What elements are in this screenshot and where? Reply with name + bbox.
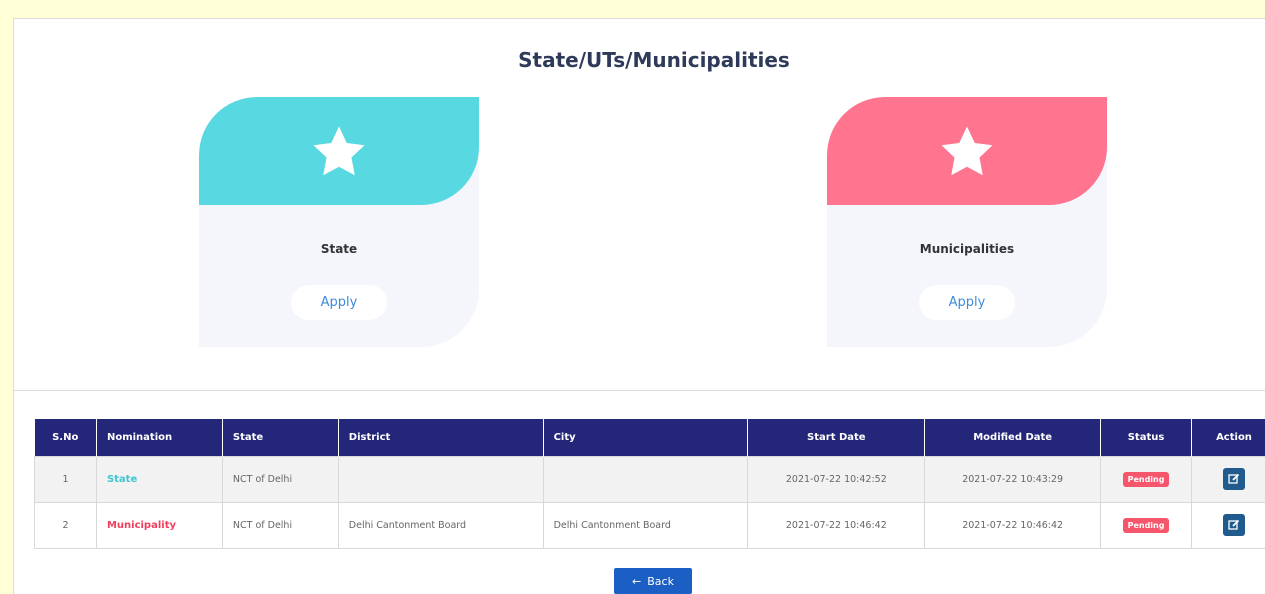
edit-icon (1228, 519, 1240, 530)
cell-nomination[interactable]: Municipality (95, 501, 223, 549)
header-action: Action (1191, 419, 1265, 456)
state-card-label: State (320, 242, 358, 256)
cell-sno: 2 (34, 501, 97, 549)
cell-action (1191, 501, 1265, 549)
status-badge: Pending (1122, 471, 1170, 487)
municipalities-card: Municipalities Apply (827, 97, 1107, 347)
main-panel: State/UTs/Municipalities State Apply Mun… (13, 18, 1265, 594)
back-button[interactable]: ← Back (614, 568, 692, 594)
table-header-row: S.No Nomination State District City Star… (34, 419, 1265, 456)
table-row: 2 Municipality NCT of Delhi Delhi Canton… (34, 501, 1265, 549)
cell-status: Pending (1100, 455, 1192, 503)
municipalities-card-header (827, 97, 1107, 205)
star-icon (941, 126, 993, 176)
apply-municipalities-button[interactable]: Apply (919, 285, 1015, 320)
header-district: District (338, 419, 544, 456)
star-icon (313, 126, 365, 176)
header-city: City (543, 419, 749, 456)
header-modified-date: Modified Date (924, 419, 1102, 456)
header-status: Status (1100, 419, 1192, 456)
state-card: State Apply (199, 97, 479, 347)
state-card-header (199, 97, 479, 205)
cell-sno: 1 (34, 455, 97, 503)
cell-district: Delhi Cantonment Board (337, 501, 544, 549)
cell-nomination[interactable]: State (95, 455, 223, 503)
municipalities-card-label: Municipalities (919, 242, 1015, 256)
cell-modified-date: 2021-07-22 10:43:29 (924, 455, 1102, 503)
apply-state-button[interactable]: Apply (291, 285, 387, 320)
edit-button[interactable] (1223, 514, 1245, 536)
cell-status: Pending (1100, 501, 1192, 549)
arrow-left-icon: ← (632, 574, 642, 588)
edit-icon (1228, 473, 1240, 484)
cell-state: NCT of Delhi (221, 501, 339, 549)
edit-button[interactable] (1223, 468, 1245, 490)
back-button-label: Back (647, 574, 674, 588)
cell-city: Delhi Cantonment Board (542, 501, 749, 549)
cell-district (337, 455, 544, 503)
table-row: 1 State NCT of Delhi 2021-07-22 10:42:52… (34, 455, 1265, 503)
nominations-table: S.No Nomination State District City Star… (34, 419, 1265, 549)
divider (14, 390, 1265, 391)
cell-action (1191, 455, 1265, 503)
page-title: State/UTs/Municipalities (518, 48, 790, 72)
header-start-date: Start Date (747, 419, 926, 456)
header-state: State (222, 419, 339, 456)
header-nomination: Nomination (96, 419, 223, 456)
cell-start-date: 2021-07-22 10:46:42 (747, 501, 926, 549)
header-sno: S.No (34, 419, 97, 456)
cell-modified-date: 2021-07-22 10:46:42 (924, 501, 1102, 549)
cell-start-date: 2021-07-22 10:42:52 (747, 455, 926, 503)
cell-city (542, 455, 749, 503)
status-badge: Pending (1122, 517, 1170, 533)
cell-state: NCT of Delhi (221, 455, 339, 503)
